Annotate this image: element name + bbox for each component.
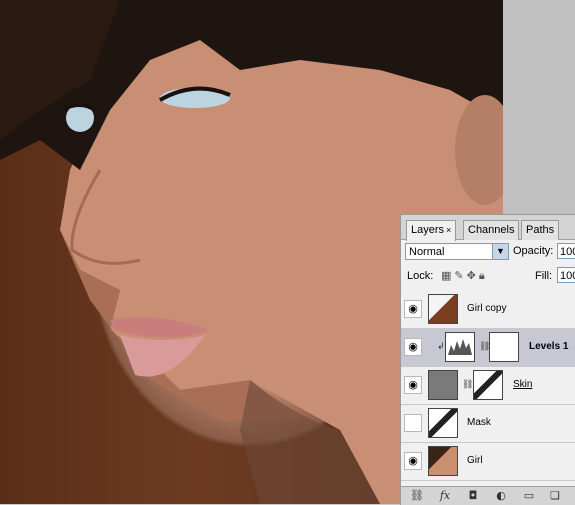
layer-list: ◉ Girl copy ◉ ↲ ⛓ Levels 1 ◉ ⛓ Skin Mask — [401, 291, 575, 481]
adjustment-icon[interactable]: ◐ — [493, 489, 509, 503]
new-layer-icon[interactable]: ❏ — [547, 489, 563, 503]
layer-name: Girl copy — [467, 303, 507, 314]
layer-row-levels-1[interactable]: ◉ ↲ ⛓ Levels 1 — [401, 329, 575, 367]
layer-thumbnail — [428, 408, 458, 438]
layers-toolbar: ⛓ fx ◘ ◐ ▭ ❏ — [401, 486, 575, 505]
mask-icon[interactable]: ◘ — [465, 489, 481, 503]
eye-icon[interactable]: ◉ — [404, 376, 422, 394]
layer-row-mask[interactable]: Mask — [401, 405, 575, 443]
blend-mode-select[interactable]: Normal ▼ — [405, 243, 509, 260]
lock-label: Lock: — [407, 270, 434, 282]
layers-panel: Layers × Channels Paths Normal ▼ Opacity:… — [400, 214, 575, 505]
layer-name: Levels 1 — [529, 341, 569, 352]
close-icon[interactable]: × — [446, 225, 451, 235]
mask-thumbnail — [489, 332, 519, 362]
blend-mode-value: Normal — [409, 246, 445, 258]
layer-row-girl-copy[interactable]: ◉ Girl copy — [401, 291, 575, 329]
tab-channels-label: Channels — [468, 224, 515, 236]
chevron-down-icon[interactable]: ▼ — [492, 244, 508, 259]
lock-position-icon[interactable]: ✥ — [467, 269, 479, 282]
layer-row-skin[interactable]: ◉ ⛓ Skin — [401, 367, 575, 405]
opacity-label: Opacity: — [513, 245, 554, 257]
opacity-input[interactable]: 100 — [557, 243, 575, 259]
fx-icon[interactable]: fx — [437, 489, 453, 503]
layer-name: Girl — [467, 455, 483, 466]
fill-input[interactable]: 100 — [557, 267, 575, 283]
layer-row-girl[interactable]: ◉ Girl — [401, 443, 575, 481]
tab-layers-label: Layers — [411, 224, 445, 236]
eye-icon[interactable]: ◉ — [404, 300, 422, 318]
link-icon[interactable]: ⛓ — [462, 380, 473, 390]
fill-label: Fill: — [535, 270, 553, 282]
layer-name: Mask — [467, 417, 491, 428]
mask-thumbnail — [473, 370, 503, 400]
lock-icons: ▦✎✥🔒︎ — [441, 269, 488, 283]
tab-layers[interactable]: Layers × — [406, 220, 457, 241]
layer-thumbnail — [428, 446, 458, 476]
tab-paths[interactable]: Paths — [521, 220, 560, 240]
link-icon[interactable]: ⛓ — [409, 489, 425, 503]
layer-thumbnail — [428, 370, 458, 400]
eye-icon[interactable]: ◉ — [404, 338, 422, 356]
panel-tabs: Layers × Channels Paths — [401, 215, 575, 241]
folder-icon[interactable]: ▭ — [521, 489, 537, 503]
lock-all-icon[interactable]: 🔒︎ — [479, 269, 488, 282]
clip-arrow-icon: ↲ — [437, 342, 445, 352]
layer-thumbnail — [428, 294, 458, 324]
eye-off-icon[interactable] — [404, 414, 422, 432]
tab-paths-label: Paths — [526, 224, 555, 236]
lock-transparent-icon[interactable]: ▦ — [441, 269, 454, 282]
eye-icon[interactable]: ◉ — [404, 452, 422, 470]
layer-name: Skin — [513, 379, 533, 390]
lock-image-icon[interactable]: ✎ — [454, 269, 466, 282]
tab-channels[interactable]: Channels — [463, 220, 520, 240]
levels-adjustment-icon — [445, 332, 475, 362]
